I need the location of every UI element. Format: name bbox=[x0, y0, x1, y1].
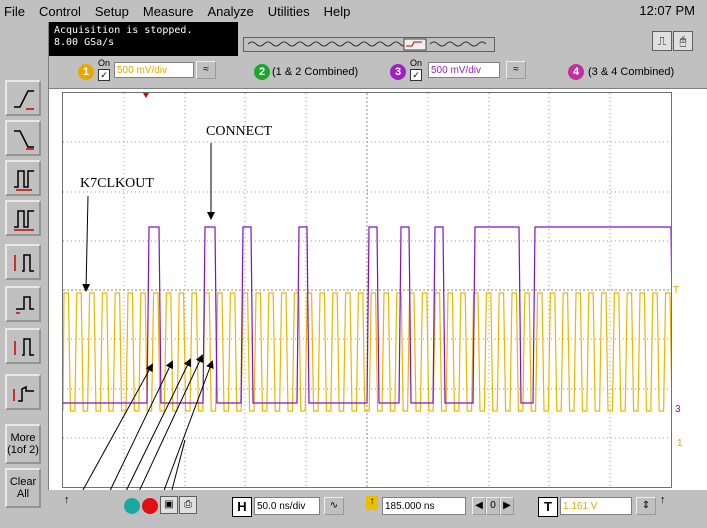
channel-4-badge[interactable]: 4 bbox=[568, 64, 584, 80]
amplitude-icon bbox=[14, 254, 34, 272]
channel-1-ground-marker: 1 bbox=[677, 438, 683, 449]
disk-icon[interactable]: ▣ bbox=[160, 496, 178, 514]
trigger-level-marker: T bbox=[673, 285, 680, 296]
channel-3-badge[interactable]: 3 bbox=[390, 64, 406, 80]
acquisition-status-text: Acquisition is stopped. bbox=[54, 25, 193, 36]
falling-edge-icon bbox=[14, 130, 34, 150]
top-level-button[interactable] bbox=[5, 328, 41, 364]
trigger-label[interactable]: T bbox=[538, 497, 558, 517]
pulse-mode-icon[interactable]: ⎍ bbox=[652, 31, 672, 51]
pulse-width-icon bbox=[14, 170, 34, 191]
menu-file[interactable]: File bbox=[4, 4, 25, 19]
timebase-spin[interactable]: ∿ bbox=[324, 497, 344, 515]
menu-help[interactable]: Help bbox=[324, 4, 351, 19]
period-icon bbox=[14, 210, 34, 231]
waveform-navigator[interactable] bbox=[243, 37, 495, 52]
menu-setup[interactable]: Setup bbox=[95, 4, 129, 19]
horizontal-label[interactable]: H bbox=[232, 497, 252, 517]
menu-bar: File Control Setup Measure Analyze Utili… bbox=[0, 0, 707, 23]
bottom-bar: ↑ ▣ ⎙ H 50.0 ns/div ∿ ↑ 185.000 ns ◀ 0 ▶… bbox=[48, 490, 707, 528]
pulse-width-button[interactable] bbox=[5, 160, 41, 196]
delay-right-icon[interactable]: ▶ bbox=[500, 497, 514, 515]
channel-1-scale-field[interactable]: 500 mV/div bbox=[114, 62, 194, 78]
connect-annotation: CONNECT bbox=[206, 124, 273, 139]
timebase-field[interactable]: 50.0 ns/div bbox=[254, 497, 320, 515]
rising-edge-trigger-button[interactable] bbox=[5, 80, 41, 116]
more-button[interactable]: More (1of 2) bbox=[5, 424, 41, 464]
menu-utilities[interactable]: Utilities bbox=[268, 4, 310, 19]
scroll-up-icon[interactable]: ↑ bbox=[64, 494, 76, 508]
scope-graticule bbox=[62, 93, 677, 487]
overshoot-button[interactable] bbox=[5, 374, 41, 410]
acquisition-status-panel: Acquisition is stopped. 8.00 GSa/s bbox=[48, 22, 238, 56]
channel-1-spin[interactable]: ≈ bbox=[196, 61, 216, 79]
delay-left-icon[interactable]: ◀ bbox=[472, 497, 486, 515]
waveform-display[interactable] bbox=[62, 92, 677, 488]
trigger-position-marker bbox=[143, 93, 149, 98]
channel-2-badge[interactable]: 2 bbox=[254, 64, 270, 80]
scroll-up-right-icon[interactable]: ↑ bbox=[660, 494, 672, 508]
clear-all-button[interactable]: Clear All bbox=[5, 468, 41, 508]
falling-edge-trigger-button[interactable] bbox=[5, 120, 41, 156]
trigger-level-spin[interactable]: ⇕ bbox=[636, 497, 656, 515]
print-icon[interactable]: ⎙ bbox=[179, 496, 197, 514]
base-level-icon bbox=[16, 296, 34, 314]
channel-3-on-label: On bbox=[410, 58, 423, 68]
run-icon[interactable] bbox=[124, 498, 140, 514]
overshoot-icon bbox=[13, 385, 34, 402]
menu-analyze[interactable]: Analyze bbox=[207, 4, 253, 19]
left-toolbar: More (1of 2) Clear All bbox=[0, 22, 49, 528]
menu-measure[interactable]: Measure bbox=[143, 4, 194, 19]
channel-3-on-checkbox[interactable]: ✓ bbox=[410, 69, 422, 81]
channel-3-spin[interactable]: ≈ bbox=[506, 61, 526, 79]
channel-2-label: (1 & 2 Combined) bbox=[272, 66, 359, 78]
stop-icon[interactable] bbox=[142, 498, 158, 514]
delay-zero-button[interactable]: 0 bbox=[486, 497, 500, 515]
channel-1-on-checkbox[interactable]: ✓ bbox=[98, 69, 110, 81]
base-level-button[interactable] bbox=[5, 286, 41, 322]
channel-3-ground-marker: 3 bbox=[675, 404, 681, 415]
clock: 12:07 PM bbox=[639, 3, 695, 18]
menu-control[interactable]: Control bbox=[39, 4, 81, 19]
navigator-wave-icon bbox=[247, 38, 487, 51]
channel-bar: 1 On ✓ 500 mV/div ≈ 2 (1 & 2 Combined) 3… bbox=[48, 56, 707, 89]
mouse-icon[interactable]: 🖰 bbox=[673, 31, 693, 51]
delay-field[interactable]: 185.000 ns bbox=[382, 497, 466, 515]
channel-1-badge[interactable]: 1 bbox=[78, 64, 94, 80]
sample-rate-text: 8.00 GSa/s bbox=[54, 37, 115, 48]
channel-3-scale-field[interactable]: 500 mV/div bbox=[428, 62, 500, 78]
gridlines bbox=[63, 93, 671, 487]
k7clkout-annotation: K7CLKOUT bbox=[80, 176, 154, 191]
channel-4-label: (3 & 4 Combined) bbox=[588, 66, 675, 78]
trigger-level-field[interactable]: 1.161 V bbox=[560, 497, 632, 515]
rising-edge-icon bbox=[14, 90, 34, 110]
top-level-icon bbox=[14, 338, 34, 356]
period-button[interactable] bbox=[5, 200, 41, 236]
delay-marker-icon[interactable]: ↑ bbox=[366, 496, 378, 510]
amplitude-button[interactable] bbox=[5, 244, 41, 280]
channel-1-on-label: On bbox=[98, 58, 111, 68]
